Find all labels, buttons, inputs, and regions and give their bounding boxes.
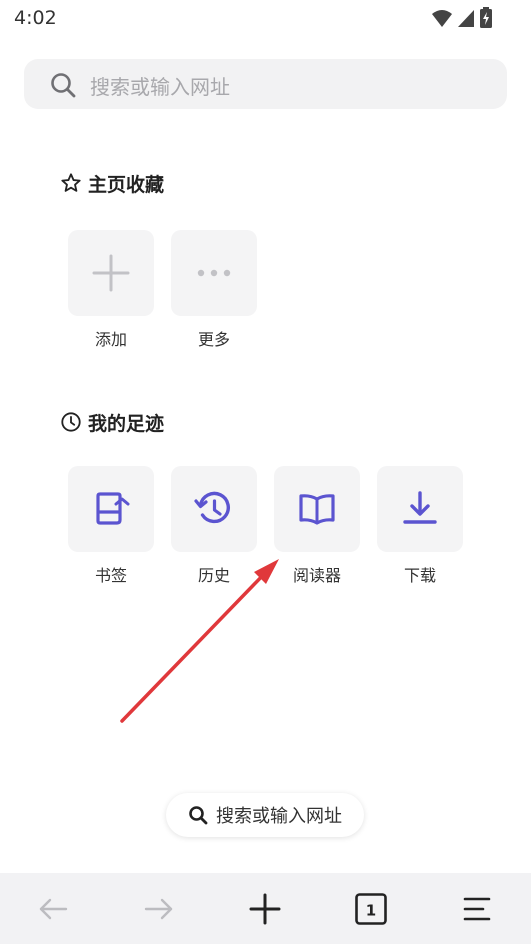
bookmarks-button[interactable] <box>68 466 154 552</box>
add-favorite-label: 添加 <box>94 330 127 349</box>
back-button[interactable] <box>35 891 71 927</box>
more-favorites-button[interactable] <box>171 230 257 316</box>
search-bar[interactable]: 搜索或输入网址 <box>24 59 507 109</box>
reader-label: 阅读器 <box>292 566 341 585</box>
bookmark-icon <box>96 492 130 525</box>
downloads-button[interactable] <box>377 466 463 552</box>
star-icon <box>61 173 81 192</box>
status-icons <box>431 7 493 29</box>
bottom-search-label: 搜索或输入网址 <box>216 806 342 827</box>
menu-icon <box>463 897 491 921</box>
forward-button[interactable] <box>141 891 177 927</box>
more-favorites-label: 更多 <box>197 330 230 349</box>
status-bar: 4:02 <box>0 0 531 36</box>
favorites-title: 主页收藏 <box>60 170 164 196</box>
more-dots-icon <box>197 269 231 277</box>
cell-signal-icon <box>458 10 474 27</box>
footprints-title-text: 我的足迹 <box>88 412 165 435</box>
bottom-search-pill[interactable]: 搜索或输入网址 <box>166 793 364 837</box>
download-icon <box>403 491 437 524</box>
status-time: 4:02 <box>14 7 57 29</box>
reader-icon <box>299 494 335 525</box>
bookmarks-label: 书签 <box>94 566 127 585</box>
arrow-left-icon <box>39 898 68 920</box>
footprints-title: 我的足迹 <box>60 409 164 435</box>
battery-icon <box>480 7 492 28</box>
tab-count: 1 <box>366 902 376 920</box>
reader-button[interactable] <box>274 466 360 552</box>
arrow-right-icon <box>144 898 173 920</box>
wifi-icon <box>432 10 452 27</box>
search-icon <box>51 73 76 98</box>
history-label: 历史 <box>197 566 230 585</box>
add-favorite-button[interactable] <box>68 230 154 316</box>
favorites-title-text: 主页收藏 <box>88 173 165 196</box>
plus-icon <box>249 893 281 925</box>
search-icon <box>189 806 208 825</box>
history-icon <box>194 491 230 524</box>
bottom-navbar: 1 <box>0 873 531 944</box>
menu-button[interactable] <box>459 891 495 927</box>
tabs-count-icon: 1 <box>355 893 387 925</box>
clock-icon <box>61 412 81 432</box>
plus-icon <box>92 254 130 292</box>
downloads-label: 下载 <box>403 566 436 585</box>
history-button[interactable] <box>171 466 257 552</box>
search-placeholder: 搜索或输入网址 <box>90 75 230 99</box>
new-tab-button[interactable] <box>247 891 283 927</box>
tabs-button[interactable]: 1 <box>353 891 389 927</box>
